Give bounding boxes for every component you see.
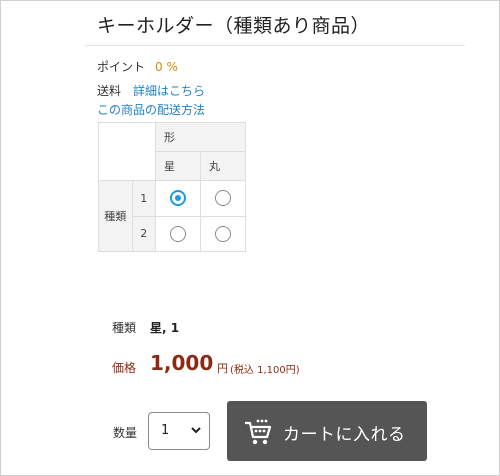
variant-cell-circle-1 <box>200 180 246 217</box>
radio-star-2[interactable] <box>170 225 186 242</box>
points-value: 0 % <box>155 60 178 74</box>
delivery-method-link[interactable]: この商品の配送方法 <box>97 103 205 117</box>
variant-cell-circle-2 <box>200 215 246 252</box>
points-row: ポイント 0 % <box>97 59 178 75</box>
selected-variant-row: 種類 星, 1 <box>112 320 179 336</box>
product-title: キーホルダー（種類あり商品） <box>97 15 371 37</box>
add-to-cart-label: カートに入れる <box>283 425 406 445</box>
matrix-row-2: 2 <box>131 215 157 252</box>
price-unit: 円 <box>217 362 228 375</box>
product-panel: キーホルダー（種類あり商品） ポイント 0 % 送料 詳細はこちら この商品の配送方… <box>0 0 500 476</box>
title-divider <box>85 45 465 46</box>
radio-circle-1[interactable] <box>215 190 231 207</box>
matrix-row-header: 種類 <box>98 180 133 252</box>
quantity-select[interactable]: 1 <box>148 412 210 450</box>
radio-circle-2[interactable] <box>215 225 231 242</box>
points-label: ポイント <box>97 60 146 74</box>
quantity-label: 数量 <box>113 426 138 440</box>
selected-variant-label: 種類 <box>112 321 137 335</box>
matrix-corner <box>98 122 156 181</box>
shipping-label: 送料 <box>97 84 122 98</box>
delivery-method-row: この商品の配送方法 <box>97 102 205 118</box>
add-to-cart-button[interactable]: カートに入れる <box>227 401 427 461</box>
price-value: 1,000 <box>150 351 214 375</box>
quantity-value: 1 <box>161 423 170 438</box>
chevron-down-icon <box>191 427 201 434</box>
matrix-col-header: 形 <box>155 122 246 152</box>
radio-star-1[interactable] <box>170 190 186 207</box>
matrix-col-star: 星 <box>155 151 201 181</box>
matrix-col-circle: 丸 <box>200 151 246 181</box>
price-tax-included: (税込 1,100円) <box>230 365 300 376</box>
variant-cell-star-1 <box>155 180 201 217</box>
price-label: 価格 <box>112 361 137 375</box>
matrix-row-1: 1 <box>131 180 157 217</box>
shipping-row: 送料 詳細はこちら <box>97 83 205 99</box>
selected-variant-value: 星, 1 <box>150 321 180 335</box>
shipping-details-link[interactable]: 詳細はこちら <box>133 84 205 98</box>
cart-icon <box>245 419 272 445</box>
variant-cell-star-2 <box>155 215 201 252</box>
variant-matrix: 形 星 丸 種類 1 2 <box>98 122 246 252</box>
